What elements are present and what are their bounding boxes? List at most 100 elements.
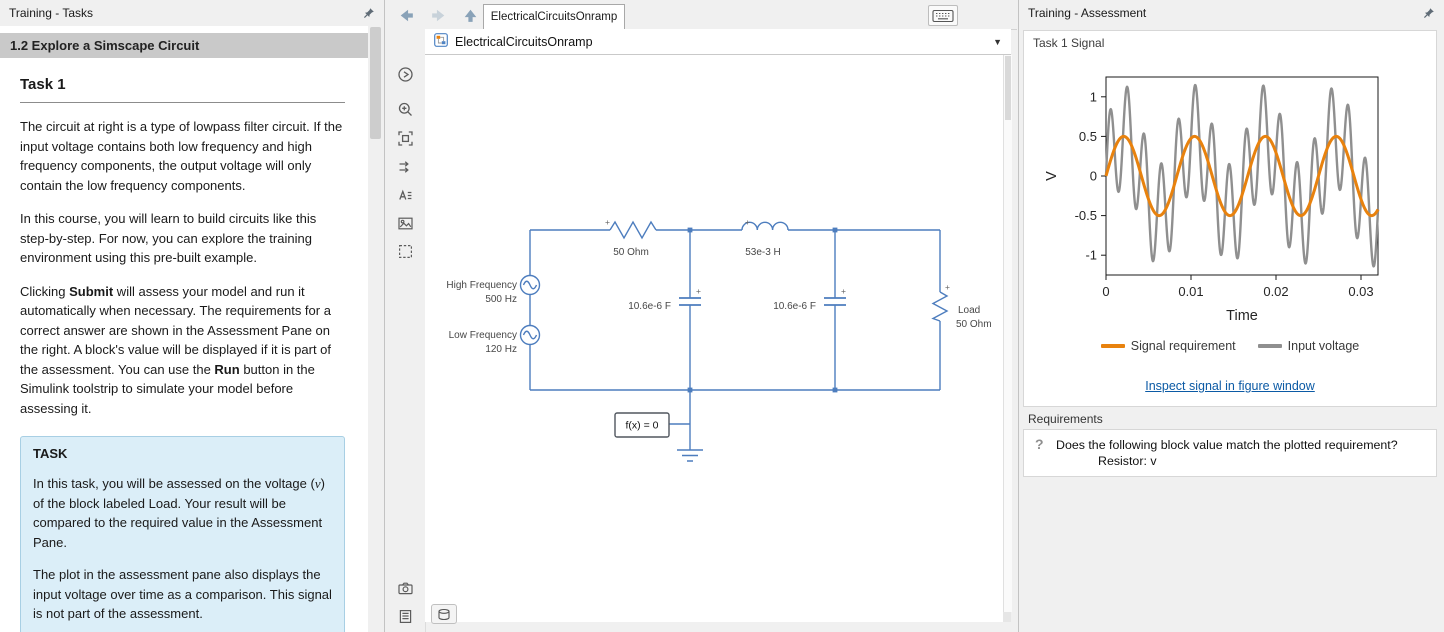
solver-label: f(x) = 0	[626, 420, 659, 432]
tasks-scrollbar-thumb[interactable]	[370, 27, 381, 139]
source-low-frequency-block[interactable]	[521, 326, 540, 345]
circuit-diagram: f(x) = 0 50 Ohm 53e-3 H 10.6e-6 F 10.6e-…	[425, 55, 1003, 612]
node-dot	[833, 228, 838, 233]
back-button[interactable]	[394, 5, 418, 25]
task-info-box: TASK In this task, you will be assessed …	[20, 436, 345, 632]
requirements-card: ? Does the following block value match t…	[1023, 429, 1437, 477]
model-canvas[interactable]: f(x) = 0 50 Ohm 53e-3 H 10.6e-6 F 10.6e-…	[425, 55, 1003, 622]
node-dot	[688, 388, 693, 393]
legend-swatch-requirement	[1101, 344, 1125, 348]
tasks-content: 1.2 Explore a Simscape Circuit Task 1 Th…	[0, 26, 369, 632]
section-title: 1.2 Explore a Simscape Circuit	[0, 33, 369, 58]
text-run: Clicking	[20, 284, 69, 299]
canvas-scrollbar-thumb[interactable]	[1005, 56, 1011, 120]
breadcrumb-label: ElectricalCircuitsOnramp	[455, 35, 593, 49]
source-high-frequency-block[interactable]	[521, 276, 540, 295]
editor-nav-bar: ElectricalCircuitsOnramp	[386, 0, 1017, 30]
svg-text:-1: -1	[1085, 248, 1097, 263]
resistor-label: 50 Ohm	[613, 247, 649, 258]
svg-text:0: 0	[1102, 284, 1109, 299]
svg-text:0: 0	[1090, 169, 1097, 184]
requirement-detail: Resistor: v	[1098, 453, 1398, 469]
assessment-pane-header: Training - Assessment	[1019, 0, 1444, 26]
signal-chart: 00.010.020.03-1-0.500.51TimeV	[1036, 63, 1416, 325]
circuit-wires[interactable]	[530, 230, 940, 450]
canvas-scroll-corner	[1003, 612, 1011, 622]
resistor-block[interactable]	[610, 222, 656, 238]
polarity-mark: +	[745, 217, 750, 227]
svg-text:0.03: 0.03	[1348, 284, 1373, 299]
viewmarks-icon[interactable]	[396, 607, 415, 626]
pin-icon[interactable]	[1423, 7, 1435, 19]
zoom-icon[interactable]	[396, 100, 415, 119]
annotation-icon[interactable]	[396, 186, 415, 205]
load-resistor-block[interactable]	[933, 292, 947, 321]
svg-text:V: V	[1044, 171, 1060, 181]
load-value-label: 50 Ohm	[956, 319, 992, 330]
svg-text:0.5: 0.5	[1079, 129, 1097, 144]
polarity-mark: +	[605, 217, 610, 227]
task-paragraph-2: In this course, you will learn to build …	[20, 209, 345, 268]
source1-name-label: High Frequency	[446, 280, 517, 291]
chevron-down-icon[interactable]: ▼	[993, 37, 1002, 47]
svg-text:1: 1	[1090, 89, 1097, 104]
image-icon[interactable]	[396, 214, 415, 233]
data-store-badge[interactable]	[431, 604, 457, 624]
tasks-scrollbar[interactable]	[368, 26, 383, 632]
model-icon	[434, 33, 448, 50]
capacitor2-label: 10.6e-6 F	[773, 301, 816, 312]
legend-item: Input voltage	[1258, 339, 1360, 353]
requirements-header: Requirements	[1028, 412, 1103, 426]
simulink-editor-pane: ElectricalCircuitsOnramp	[386, 0, 1017, 632]
editor-palette: »	[386, 29, 426, 632]
legend-label: Input voltage	[1288, 339, 1360, 353]
task-paragraph-1: The circuit at right is a type of lowpas…	[20, 117, 345, 195]
solver-block[interactable]: f(x) = 0	[615, 413, 669, 437]
polarity-mark: +	[841, 286, 846, 296]
tasks-pane-title: Training - Tasks	[9, 6, 363, 20]
camera-icon[interactable]	[396, 579, 415, 598]
signal-title: Task 1 Signal	[1033, 36, 1104, 50]
ground-block[interactable]	[677, 450, 703, 461]
cylinder-icon	[437, 608, 451, 621]
keyboard-shortcuts-button[interactable]	[928, 5, 958, 26]
capacitor1-block[interactable]	[679, 298, 701, 305]
assessment-pane-title: Training - Assessment	[1028, 6, 1423, 20]
pin-icon[interactable]	[363, 7, 375, 19]
bold-run: Run	[214, 362, 239, 377]
svg-text:-0.5: -0.5	[1075, 208, 1097, 223]
keyboard-icon	[932, 9, 954, 23]
update-diagram-icon[interactable]	[396, 158, 415, 177]
legend-item: Signal requirement	[1101, 339, 1236, 353]
forward-button[interactable]	[426, 5, 450, 25]
requirement-question-block: Does the following block value match the…	[1056, 437, 1398, 469]
task-heading: Task 1	[20, 76, 345, 103]
source1-value-label: 500 Hz	[485, 294, 517, 305]
circle-play-icon[interactable]	[396, 65, 415, 84]
capacitor1-label: 10.6e-6 F	[628, 301, 671, 312]
assessment-pane: Training - Assessment Task 1 Signal 0 0.0…	[1018, 0, 1444, 632]
bold-submit: Submit	[69, 284, 113, 299]
task-box-paragraph-2: The plot in the assessment pane also dis…	[33, 565, 332, 624]
source2-name-label: Low Frequency	[449, 330, 517, 341]
tasks-pane: Training - Tasks 1.2 Explore a Simscape …	[0, 0, 385, 632]
svg-text:0.01: 0.01	[1178, 284, 1203, 299]
inspect-signal-link[interactable]: Inspect signal in figure window	[1145, 379, 1315, 393]
model-tab-label: ElectricalCircuitsOnramp	[491, 11, 618, 23]
up-button[interactable]	[458, 5, 482, 25]
model-tab[interactable]: ElectricalCircuitsOnramp	[483, 4, 625, 29]
breadcrumb[interactable]: ElectricalCircuitsOnramp ▼	[425, 29, 1011, 55]
chart-legend: Signal requirement Input voltage	[1024, 339, 1436, 353]
fit-to-view-icon[interactable]	[396, 129, 415, 148]
source2-value-label: 120 Hz	[485, 344, 517, 355]
capacitor2-block[interactable]	[824, 298, 846, 305]
legend-label: Signal requirement	[1131, 339, 1236, 353]
requirement-question: Does the following block value match the…	[1056, 437, 1398, 453]
task-box-paragraph-1: In this task, you will be assessed on th…	[33, 474, 332, 552]
inductor-label: 53e-3 H	[745, 247, 781, 258]
load-name-label: Load	[958, 305, 980, 316]
canvas-scrollbar[interactable]	[1003, 55, 1012, 612]
task-paragraph-3: Clicking Submit will assess your model a…	[20, 282, 345, 419]
inspect-signal-link-row: Inspect signal in figure window	[1024, 379, 1436, 393]
area-icon[interactable]	[396, 242, 415, 261]
